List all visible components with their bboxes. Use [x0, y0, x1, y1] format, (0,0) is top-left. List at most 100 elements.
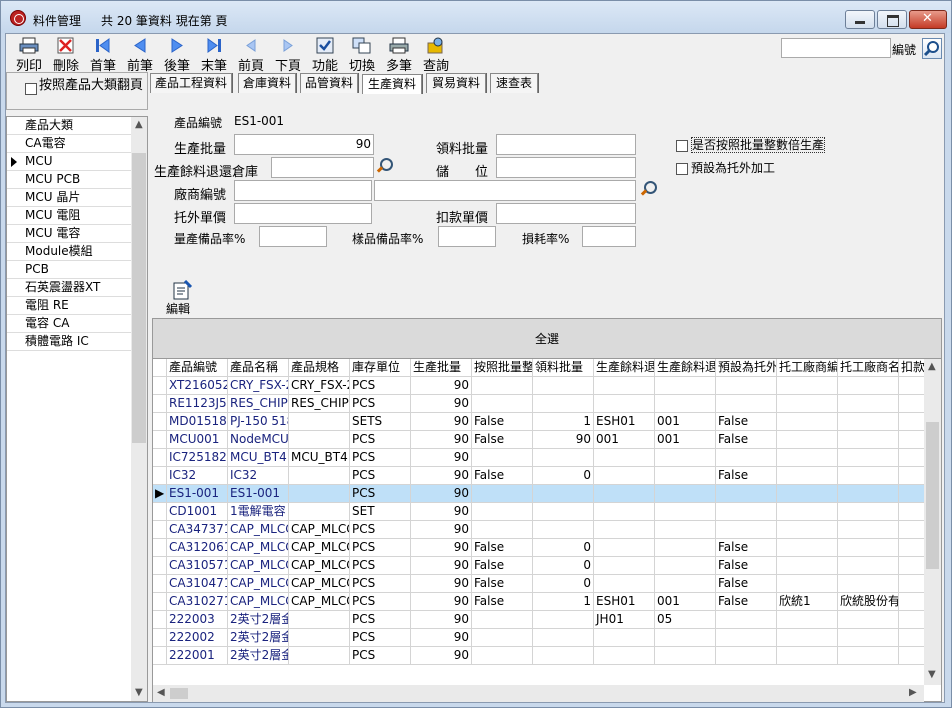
pick-batch-input[interactable] — [496, 134, 636, 155]
switch-button[interactable]: 切換 — [345, 35, 379, 74]
last-record-button[interactable]: 末筆 — [197, 35, 231, 74]
next-page-button[interactable]: 下頁 — [271, 35, 305, 74]
prod-batch-input[interactable]: 90 — [234, 134, 374, 155]
scroll-left-icon[interactable]: ◀ — [157, 687, 165, 698]
category-item[interactable]: MCU 晶片 — [7, 189, 131, 207]
table-row[interactable]: IC7251822MCU_BT4.0MCU_BT4.0PCS90 — [153, 449, 924, 467]
tab-warehouse[interactable]: 倉庫資料 — [238, 73, 296, 93]
minimize-button[interactable] — [845, 10, 875, 29]
next-record-button[interactable]: 後筆 — [160, 35, 194, 74]
prev-page-button[interactable]: 前頁 — [234, 35, 268, 74]
scroll-down-icon[interactable]: ▼ — [928, 669, 936, 680]
category-item[interactable]: PCB — [7, 261, 131, 279]
delete-button[interactable]: 刪除 — [49, 35, 83, 74]
tab-engineering[interactable]: 產品工程資料 — [150, 73, 232, 93]
tab-quick-lookup[interactable]: 速查表 — [490, 73, 538, 93]
table-row[interactable]: CA3120612CAP_MLCCCAP_MLCCPCS90False0Fals… — [153, 539, 924, 557]
title-bar[interactable]: 料件管理 共 20 筆資料 現在第 頁 — [1, 1, 951, 33]
category-item[interactable]: CA電容 — [7, 135, 131, 153]
vendor-lookup-icon[interactable] — [640, 181, 657, 197]
grid-column-header[interactable]: 扣款 — [899, 359, 924, 377]
grid-vertical-scrollbar[interactable]: ▲ ▼ — [924, 359, 941, 685]
grid-column-header[interactable]: 按照批量整 — [472, 359, 533, 377]
sample-spare-input[interactable] — [438, 226, 496, 247]
category-item[interactable]: 石英震盪器XT — [7, 279, 131, 297]
table-row[interactable]: MD0151822PJ-150 518SETS90False1ESH01001F… — [153, 413, 924, 431]
checkbox-box[interactable] — [676, 139, 688, 152]
grid-header-row[interactable]: 產品編號 產品名稱 產品規格 庫存單位 生產批量 按照批量整 領料批量 生產餘料退 生產餘料退預… — [153, 359, 924, 377]
print-button[interactable]: 列印 — [12, 35, 46, 74]
grid-column-header[interactable]: 領料批量 — [533, 359, 594, 377]
checkbox-box[interactable] — [676, 162, 688, 175]
group-page-checkbox[interactable]: 按照產品大類翻頁 — [6, 72, 148, 110]
grid-column-header[interactable]: 生產批量 — [411, 359, 472, 377]
return-wh-lookup-icon[interactable] — [376, 158, 393, 174]
table-row[interactable]: 222001 2英寸2層金 PCS 90 — [153, 647, 924, 665]
multi-record-button[interactable]: 多筆 — [382, 35, 416, 74]
table-row[interactable]: CA3105712CAP_MLCCCAP_MLCCPCS90False0Fals… — [153, 557, 924, 575]
table-row[interactable]: CD1001 1電解電容 SET 90 — [153, 503, 924, 521]
loss-rate-input[interactable] — [582, 226, 636, 247]
table-row-selected[interactable]: ▶ ES1-001 ES1-001 PCS 90 — [153, 485, 924, 503]
category-item[interactable]: 電阻 RE — [7, 297, 131, 315]
grid-column-header[interactable]: 產品規格 — [289, 359, 350, 377]
close-button[interactable] — [909, 10, 947, 29]
function-button[interactable]: 功能 — [308, 35, 342, 74]
grid-column-header[interactable]: 生產餘料退 — [594, 359, 655, 377]
category-item[interactable]: MCU PCB — [7, 171, 131, 189]
scroll-thumb[interactable] — [170, 688, 188, 699]
table-row[interactable]: RE1123J51 RES_CHIP RES_CHIP PCS 90 — [153, 395, 924, 413]
vendor-no-input[interactable] — [234, 180, 372, 201]
outsource-price-input[interactable] — [234, 203, 372, 224]
table-row[interactable]: 222003 2英寸2層金 PCS 90 JH01 05 — [153, 611, 924, 629]
category-item[interactable]: 電容 CA — [7, 315, 131, 333]
return-wh-input[interactable] — [271, 157, 374, 178]
grid-column-header[interactable]: 庫存單位 — [350, 359, 411, 377]
table-row[interactable]: CA3104712CAP_MLCCCAP_MLCCPCS90False0Fals… — [153, 575, 924, 593]
prev-record-button[interactable]: 前筆 — [123, 35, 157, 74]
deduct-price-input[interactable] — [496, 203, 636, 224]
scroll-up-icon[interactable]: ▲ — [135, 119, 143, 130]
grid-horizontal-scrollbar[interactable]: ◀ ▶ — [153, 685, 924, 702]
search-button[interactable] — [922, 38, 942, 59]
scroll-down-icon[interactable]: ▼ — [135, 687, 143, 698]
table-row[interactable]: IC32 IC32 PCS 90 False 0 False — [153, 467, 924, 485]
mass-spare-input[interactable] — [259, 226, 327, 247]
select-all-button[interactable]: 全選 — [153, 319, 941, 359]
outsource-default-checkbox[interactable]: 預設為托外加工 — [676, 159, 775, 176]
table-row[interactable]: XT2160522CRY_FSX-2CRY_FSX-2PCS90 — [153, 377, 924, 395]
search-input[interactable] — [781, 38, 891, 58]
scroll-thumb[interactable] — [926, 422, 939, 569]
grid-column-header[interactable]: 托工廠商編 — [777, 359, 838, 377]
scroll-right-icon[interactable]: ▶ — [909, 687, 917, 698]
maximize-button[interactable] — [877, 10, 907, 29]
category-item[interactable]: MCU 電阻 — [7, 207, 131, 225]
tab-quality[interactable]: 品管資料 — [300, 73, 358, 93]
checkbox-box[interactable] — [25, 83, 37, 95]
category-item-current[interactable]: MCU — [7, 153, 131, 171]
grid-column-header[interactable]: 生產餘料退 — [655, 359, 716, 377]
table-row[interactable]: MCU001NodeMCU週PCS90False90001001False — [153, 431, 924, 449]
table-row[interactable]: CA3102712CAP_MLCCCAP_MLCCPCS90False1ESH0… — [153, 593, 924, 611]
scroll-up-icon[interactable]: ▲ — [928, 361, 936, 372]
table-row[interactable]: CA3473712CAP_MLCCCAP_MLCCPCS90 — [153, 521, 924, 539]
table-row[interactable]: 222002 2英寸2層金 PCS 90 — [153, 629, 924, 647]
category-item[interactable]: MCU 電容 — [7, 225, 131, 243]
tab-trade[interactable]: 貿易資料 — [426, 73, 486, 93]
batch-multiple-checkbox[interactable]: 是否按照批量整數倍生產 — [676, 136, 826, 153]
grid-column-header[interactable]: 產品名稱 — [228, 359, 289, 377]
grid-column-header[interactable]: 預設為托外 — [716, 359, 777, 377]
category-item[interactable]: Module模組 — [7, 243, 131, 261]
category-item[interactable]: 積體電路 IC — [7, 333, 131, 351]
query-button[interactable]: 查詢 — [419, 35, 453, 74]
tab-production[interactable]: 生產資料 — [362, 74, 422, 95]
position-input[interactable] — [496, 157, 636, 178]
first-record-button[interactable]: 首筆 — [86, 35, 120, 74]
scroll-thumb[interactable] — [132, 153, 146, 443]
grid-cell — [899, 539, 924, 557]
category-scrollbar[interactable]: ▲ ▼ — [131, 117, 147, 701]
vendor-name-input[interactable] — [374, 180, 636, 201]
edit-button[interactable]: 編輯 — [166, 280, 198, 316]
grid-column-header[interactable]: 托工廠商名 — [838, 359, 899, 377]
grid-column-header[interactable]: 產品編號 — [167, 359, 228, 377]
